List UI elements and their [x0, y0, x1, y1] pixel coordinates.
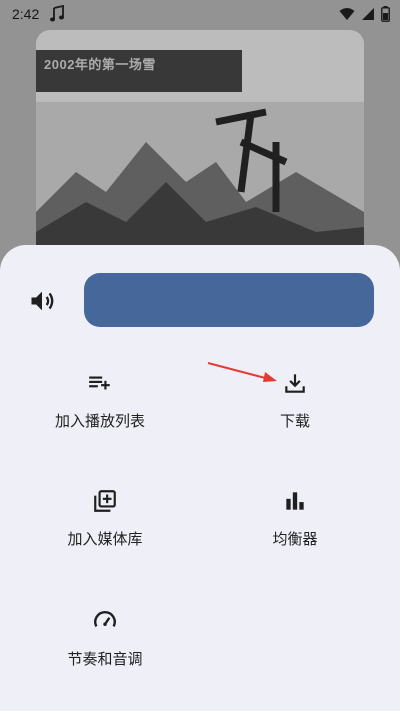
add-to-playlist-button[interactable]: 加入播放列表: [0, 370, 200, 431]
add-to-playlist-label: 加入播放列表: [54, 412, 145, 430]
equalizer-button[interactable]: 均衡器: [195, 488, 395, 549]
library-add-icon: [94, 490, 116, 512]
add-to-library-label: 加入媒体库: [67, 530, 143, 548]
volume-icon[interactable]: [28, 287, 56, 315]
add-to-library-button[interactable]: 加入媒体库: [5, 488, 205, 549]
equalizer-label: 均衡器: [272, 530, 318, 548]
tempo-pitch-label: 节奏和音调: [67, 650, 143, 668]
tempo-pitch-button[interactable]: 节奏和音调: [5, 608, 205, 669]
speed-icon: [94, 611, 116, 627]
volume-slider[interactable]: [84, 273, 374, 327]
annotation-arrow: [207, 362, 277, 382]
equalizer-icon: [286, 492, 304, 510]
playlist-add-icon: [89, 376, 110, 390]
download-icon: [285, 374, 305, 393]
download-label: 下载: [279, 412, 310, 430]
